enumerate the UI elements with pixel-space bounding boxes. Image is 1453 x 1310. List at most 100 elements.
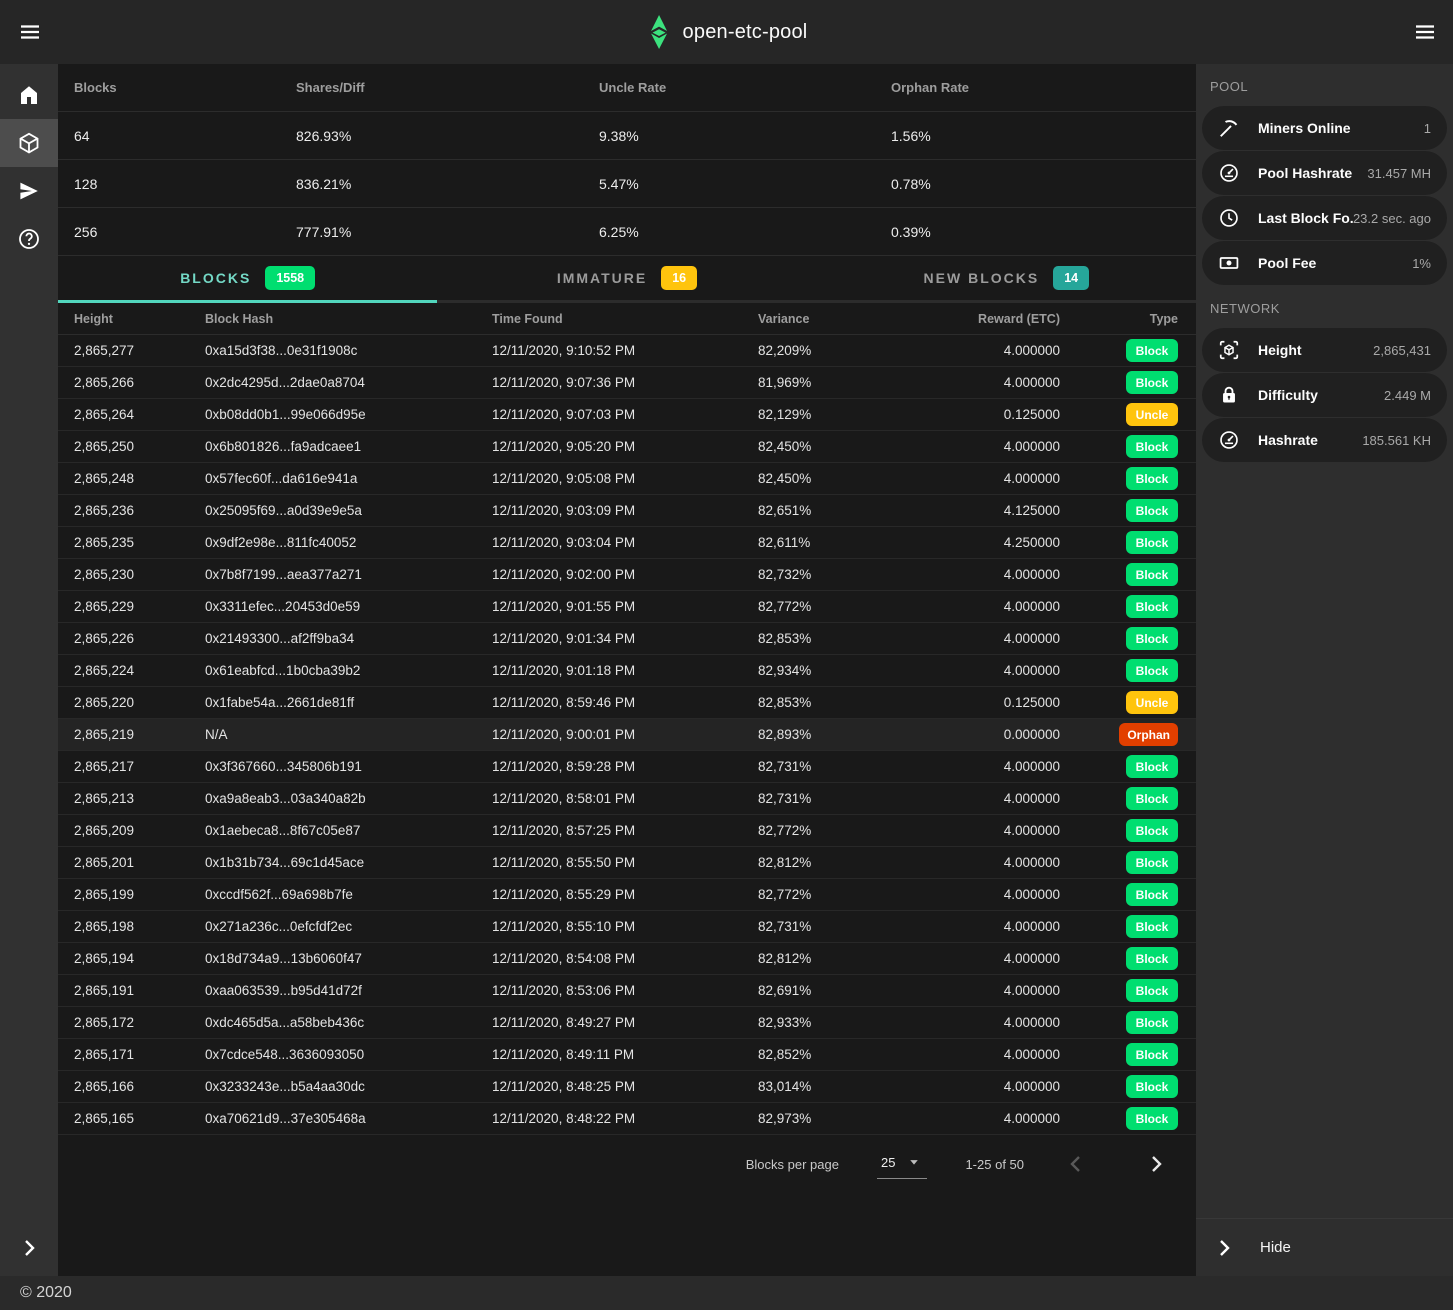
pool-stat-pool-fee: Pool Fee 1%	[1202, 241, 1447, 285]
pool-stat-miners-online: Miners Online 1	[1202, 106, 1447, 150]
panel-item-label: Hashrate	[1258, 432, 1362, 448]
network-stat-hashrate: Hashrate 185.561 KH	[1202, 418, 1447, 462]
cell-reward: 4.000000	[908, 855, 1060, 870]
cell-block-hash: 0x2dc4295d...2dae0a8704	[205, 375, 492, 390]
cell-variance: 82,812%	[758, 855, 908, 870]
menu-button-left[interactable]	[10, 12, 50, 52]
cell-height: 2,865,209	[74, 823, 205, 838]
cell-time-found: 12/11/2020, 9:01:55 PM	[492, 599, 758, 614]
type-badge: Block	[1126, 627, 1178, 650]
cell-time-found: 12/11/2020, 9:05:08 PM	[492, 471, 758, 486]
cell-variance: 82,852%	[758, 1047, 908, 1062]
sidebar-collapse-button[interactable]	[0, 1220, 58, 1276]
next-page-button[interactable]	[1142, 1150, 1170, 1178]
stats-row: 128 836.21% 5.47% 0.78%	[58, 160, 1196, 208]
table-row: 2,865,209 0x1aebeca8...8f67c05e87 12/11/…	[58, 815, 1196, 847]
tab-label: IMMATURE	[557, 270, 647, 286]
panel-item-value: 31.457 MH	[1367, 166, 1431, 181]
cell-reward: 4.000000	[908, 343, 1060, 358]
panel-item-label: Pool Hashrate	[1258, 165, 1367, 181]
cell-time-found: 12/11/2020, 8:55:10 PM	[492, 919, 758, 934]
table-row: 2,865,172 0xdc465d5a...a58beb436c 12/11/…	[58, 1007, 1196, 1039]
table-row: 2,865,277 0xa15d3f38...0e31f1908c 12/11/…	[58, 335, 1196, 367]
cell-time-found: 12/11/2020, 9:01:18 PM	[492, 663, 758, 678]
tab-blocks[interactable]: BLOCKS 1558	[58, 256, 437, 303]
cell-height: 2,865,199	[74, 887, 205, 902]
hide-panel-button[interactable]: Hide	[1196, 1218, 1453, 1276]
panel-item-label: Last Block Fo...	[1258, 210, 1353, 226]
cell-height: 2,865,250	[74, 439, 205, 454]
menu-button-right[interactable]	[1405, 12, 1445, 52]
per-page-select[interactable]: 25	[877, 1149, 927, 1179]
network-stat-height: Height 2,865,431	[1202, 328, 1447, 372]
cell-height: 2,865,224	[74, 663, 205, 678]
left-sidebar	[0, 64, 58, 1276]
table-row: 2,865,236 0x25095f69...a0d39e9e5a 12/11/…	[58, 495, 1196, 527]
cell-time-found: 12/11/2020, 9:10:52 PM	[492, 343, 758, 358]
chevron-left-icon	[1064, 1152, 1088, 1176]
cell-height: 2,865,230	[74, 567, 205, 582]
stats-blocks-value: 128	[74, 176, 296, 192]
type-badge: Block	[1126, 371, 1178, 394]
cell-time-found: 12/11/2020, 9:07:03 PM	[492, 407, 758, 422]
cell-reward: 4.000000	[908, 439, 1060, 454]
page-range: 1-25 of 50	[965, 1157, 1024, 1172]
stats-row: 64 826.93% 9.38% 1.56%	[58, 112, 1196, 160]
stats-orphan-rate-value: 0.78%	[891, 176, 1180, 192]
cell-height: 2,865,194	[74, 951, 205, 966]
table-row: 2,865,165 0xa70621d9...37e305468a 12/11/…	[58, 1103, 1196, 1135]
cell-height: 2,865,213	[74, 791, 205, 806]
cell-variance: 82,934%	[758, 663, 908, 678]
pool-stat-last-block-fo-: Last Block Fo... 23.2 sec. ago	[1202, 196, 1447, 240]
cell-reward: 4.000000	[908, 599, 1060, 614]
type-badge: Block	[1126, 851, 1178, 874]
panel-item-value: 2,865,431	[1373, 343, 1431, 358]
cell-time-found: 12/11/2020, 9:03:09 PM	[492, 503, 758, 518]
network-section-title: NETWORK	[1196, 286, 1453, 328]
cell-reward: 4.000000	[908, 1111, 1060, 1126]
tab-immature[interactable]: IMMATURE 16	[437, 256, 816, 303]
cell-reward: 4.000000	[908, 375, 1060, 390]
cell-block-hash: 0x57fec60f...da616e941a	[205, 471, 492, 486]
panel-item-value: 1%	[1412, 256, 1431, 271]
cell-block-hash: 0x7cdce548...3636093050	[205, 1047, 492, 1062]
panel-item-value: 2.449 M	[1384, 388, 1431, 403]
prev-page-button[interactable]	[1062, 1150, 1090, 1178]
gauge-icon	[1218, 429, 1240, 451]
cube-icon	[17, 131, 41, 155]
cell-variance: 82,651%	[758, 503, 908, 518]
sidebar-item-blocks[interactable]	[0, 119, 58, 167]
cell-height: 2,865,198	[74, 919, 205, 934]
cell-reward: 0.125000	[908, 407, 1060, 422]
cell-reward: 4.000000	[908, 823, 1060, 838]
cell-height: 2,865,201	[74, 855, 205, 870]
header-block-hash: Block Hash	[205, 312, 492, 326]
chevron-right-icon	[1212, 1236, 1236, 1260]
table-row: 2,865,220 0x1fabe54a...2661de81ff 12/11/…	[58, 687, 1196, 719]
menu-icon	[1413, 20, 1437, 44]
cell-time-found: 12/11/2020, 9:03:04 PM	[492, 535, 758, 550]
pagination-bar: Blocks per page 25 1-25 of 50	[58, 1135, 1196, 1193]
table-row: 2,865,248 0x57fec60f...da616e941a 12/11/…	[58, 463, 1196, 495]
cell-block-hash: 0x1aebeca8...8f67c05e87	[205, 823, 492, 838]
tab-new-blocks[interactable]: NEW BLOCKS 14	[817, 256, 1196, 303]
cell-time-found: 12/11/2020, 8:59:28 PM	[492, 759, 758, 774]
cell-variance: 82,611%	[758, 535, 908, 550]
table-row: 2,865,230 0x7b8f7199...aea377a271 12/11/…	[58, 559, 1196, 591]
stats-blocks-value: 256	[74, 224, 296, 240]
cell-time-found: 12/11/2020, 8:54:08 PM	[492, 951, 758, 966]
stats-uncle-rate-value: 6.25%	[599, 224, 891, 240]
type-badge: Block	[1126, 979, 1178, 1002]
type-badge: Block	[1126, 947, 1178, 970]
sidebar-item-help[interactable]	[0, 215, 58, 263]
stats-shares-diff-value: 777.91%	[296, 224, 599, 240]
cell-block-hash: 0xaa063539...b95d41d72f	[205, 983, 492, 998]
header-variance: Variance	[758, 312, 908, 326]
sidebar-item-payments[interactable]	[0, 167, 58, 215]
cell-height: 2,865,171	[74, 1047, 205, 1062]
sidebar-item-home[interactable]	[0, 71, 58, 119]
cell-time-found: 12/11/2020, 8:48:22 PM	[492, 1111, 758, 1126]
panel-item-label: Pool Fee	[1258, 255, 1412, 271]
cell-reward: 4.000000	[908, 951, 1060, 966]
cell-variance: 82,853%	[758, 631, 908, 646]
